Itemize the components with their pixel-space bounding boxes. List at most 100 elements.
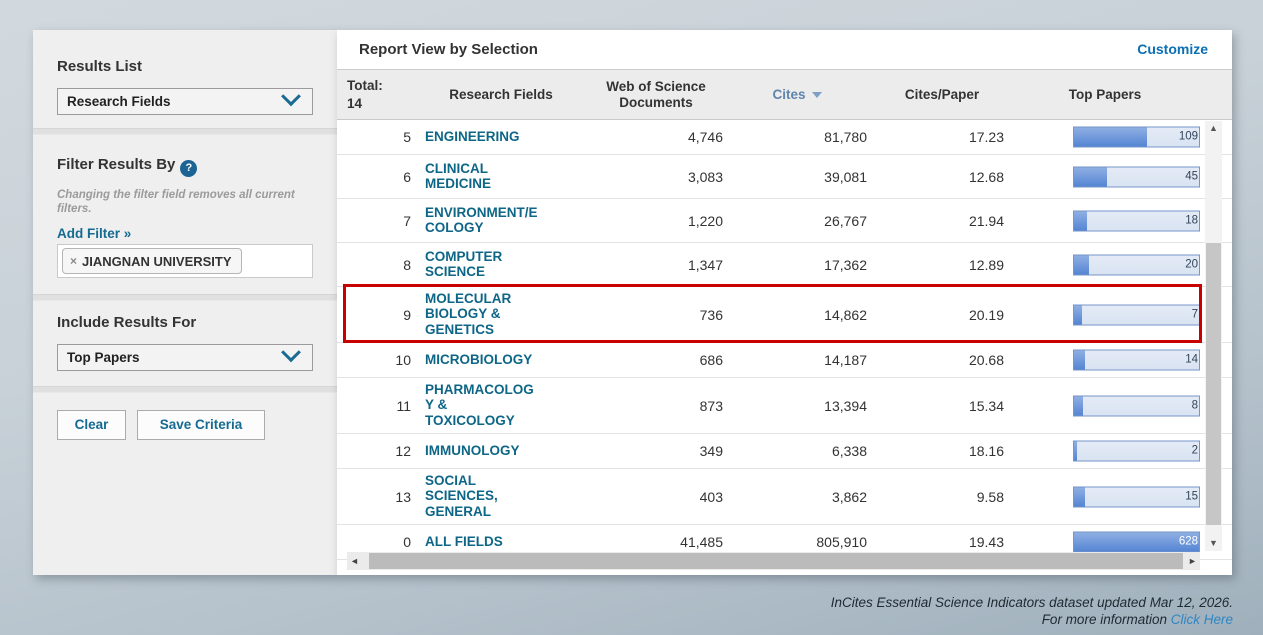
table-row: 7ENVIRONMENT/E COLOGY1,22026,76721.9418 xyxy=(337,199,1232,243)
research-field-link[interactable]: SOCIAL SCIENCES, GENERAL xyxy=(425,473,577,521)
wos-documents-value: 3,083 xyxy=(587,169,723,185)
wos-documents-value: 873 xyxy=(587,398,723,414)
research-field-link[interactable]: IMMUNOLOGY xyxy=(425,443,577,459)
section-divider xyxy=(33,294,337,301)
top-papers-value: 45 xyxy=(1185,167,1198,186)
top-papers-value: 8 xyxy=(1192,396,1198,415)
table-row: 13SOCIAL SCIENCES, GENERAL4033,8629.5815 xyxy=(337,469,1232,525)
results-list-dropdown-value: Research Fields xyxy=(58,94,284,109)
top-papers-value: 109 xyxy=(1179,128,1198,147)
chevron-down-icon xyxy=(281,342,301,362)
top-papers-bar: 15 xyxy=(1073,486,1200,507)
cites-value: 39,081 xyxy=(737,169,867,185)
save-criteria-button[interactable]: Save Criteria xyxy=(137,410,265,440)
report-panel: Report View by Selection Customize Total… xyxy=(337,30,1232,575)
cites-value: 81,780 xyxy=(737,129,867,145)
cites-value: 14,187 xyxy=(737,352,867,368)
scroll-right-arrow[interactable]: ► xyxy=(1185,552,1200,570)
cites-per-paper-value: 18.16 xyxy=(882,443,1004,459)
active-filters-box: × JIANGNAN UNIVERSITY xyxy=(57,244,313,278)
top-papers-bar-fill xyxy=(1074,305,1082,324)
col-header-top-papers[interactable]: Top Papers xyxy=(1005,70,1205,120)
chevron-down-icon xyxy=(281,86,301,106)
section-divider xyxy=(33,386,337,393)
row-rank: 8 xyxy=(355,257,411,273)
wos-documents-value: 41,485 xyxy=(587,534,723,550)
results-list-heading: Results List xyxy=(57,58,142,75)
top-papers-value: 18 xyxy=(1185,211,1198,230)
add-filter-link[interactable]: Add Filter » xyxy=(57,226,131,241)
dataset-update-note: InCites Essential Science Indicators dat… xyxy=(831,594,1233,612)
top-papers-bar: 7 xyxy=(1073,304,1200,325)
top-papers-bar-fill xyxy=(1074,167,1107,186)
top-papers-bar: 18 xyxy=(1073,210,1200,231)
research-field-link[interactable]: CLINICAL MEDICINE xyxy=(425,161,577,193)
wos-documents-value: 4,746 xyxy=(587,129,723,145)
horizontal-scrollbar: ◄ ► xyxy=(347,552,1200,570)
wos-documents-value: 349 xyxy=(587,443,723,459)
report-title: Report View by Selection xyxy=(359,41,538,58)
top-papers-bar: 20 xyxy=(1073,254,1200,275)
customize-link[interactable]: Customize xyxy=(1137,41,1208,57)
dataset-footer: InCites Essential Science Indicators dat… xyxy=(831,594,1233,629)
table-row: 6CLINICAL MEDICINE3,08339,08112.6845 xyxy=(337,155,1232,199)
top-papers-bar: 2 xyxy=(1073,441,1200,462)
filter-results-heading-text: Filter Results By xyxy=(57,156,175,173)
cites-value: 14,862 xyxy=(737,307,867,323)
top-papers-value: 7 xyxy=(1192,305,1198,324)
top-papers-bar-fill xyxy=(1074,351,1085,370)
clear-button[interactable]: Clear xyxy=(57,410,126,440)
research-field-link[interactable]: COMPUTER SCIENCE xyxy=(425,249,577,281)
cites-value: 805,910 xyxy=(737,534,867,550)
wos-documents-value: 1,220 xyxy=(587,213,723,229)
include-results-dropdown-value: Top Papers xyxy=(58,350,284,365)
top-papers-value: 14 xyxy=(1185,351,1198,370)
table-row: 5ENGINEERING4,74681,78017.23109 xyxy=(337,120,1232,155)
remove-filter-icon[interactable]: × xyxy=(70,254,77,268)
table-row: 8COMPUTER SCIENCE1,34717,36212.8920 xyxy=(337,243,1232,287)
wos-documents-value: 1,347 xyxy=(587,257,723,273)
criteria-sidebar: Results List Research Fields Filter Resu… xyxy=(33,30,337,575)
help-icon[interactable]: ? xyxy=(180,160,197,177)
top-papers-bar-fill xyxy=(1074,487,1085,506)
top-papers-bar-fill xyxy=(1074,442,1077,461)
table-row: 9MOLECULAR BIOLOGY & GENETICS73614,86220… xyxy=(337,287,1232,343)
research-field-link[interactable]: ENVIRONMENT/E COLOGY xyxy=(425,205,577,237)
row-rank: 0 xyxy=(355,534,411,550)
report-titlebar: Report View by Selection Customize xyxy=(337,30,1232,70)
research-field-link[interactable]: ALL FIELDS xyxy=(425,534,577,550)
click-here-link[interactable]: Click Here xyxy=(1171,612,1233,627)
horizontal-scrollbar-thumb[interactable] xyxy=(369,553,1183,569)
filter-results-heading: Filter Results By? xyxy=(57,156,197,177)
research-field-link[interactable]: PHARMACOLOG Y & TOXICOLOGY xyxy=(425,382,577,430)
scroll-up-arrow[interactable]: ▲ xyxy=(1205,121,1222,136)
wos-documents-value: 686 xyxy=(587,352,723,368)
include-results-dropdown[interactable]: Top Papers xyxy=(57,344,313,371)
top-papers-bar: 628 xyxy=(1073,532,1200,553)
row-rank: 13 xyxy=(355,489,411,505)
top-papers-bar-fill xyxy=(1074,211,1087,230)
top-papers-bar: 14 xyxy=(1073,350,1200,371)
row-rank: 12 xyxy=(355,443,411,459)
cites-per-paper-value: 12.68 xyxy=(882,169,1004,185)
col-header-cites-paper[interactable]: Cites/Paper xyxy=(877,70,1007,120)
col-header-wos-documents[interactable]: Web of Science Documents xyxy=(582,70,730,120)
filter-tag: × JIANGNAN UNIVERSITY xyxy=(62,248,242,274)
table-body: 5ENGINEERING4,74681,78017.231096CLINICAL… xyxy=(337,120,1232,560)
research-field-link[interactable]: ENGINEERING xyxy=(425,129,577,145)
row-rank: 5 xyxy=(355,129,411,145)
table-row: 10MICROBIOLOGY68614,18720.6814 xyxy=(337,343,1232,378)
top-papers-value: 628 xyxy=(1179,533,1198,552)
scroll-down-arrow[interactable]: ▼ xyxy=(1205,536,1222,551)
scroll-left-arrow[interactable]: ◄ xyxy=(347,552,362,570)
vertical-scrollbar-thumb[interactable] xyxy=(1206,243,1221,525)
col-header-cites-sort[interactable]: Cites xyxy=(747,70,847,120)
research-field-link[interactable]: MICROBIOLOGY xyxy=(425,352,577,368)
total-label: Total: xyxy=(347,78,383,93)
research-field-link[interactable]: MOLECULAR BIOLOGY & GENETICS xyxy=(425,291,577,339)
top-papers-bar: 45 xyxy=(1073,166,1200,187)
results-list-dropdown[interactable]: Research Fields xyxy=(57,88,313,115)
include-results-heading: Include Results For xyxy=(57,314,196,331)
col-header-research-fields[interactable]: Research Fields xyxy=(425,70,577,120)
cites-value: 3,862 xyxy=(737,489,867,505)
